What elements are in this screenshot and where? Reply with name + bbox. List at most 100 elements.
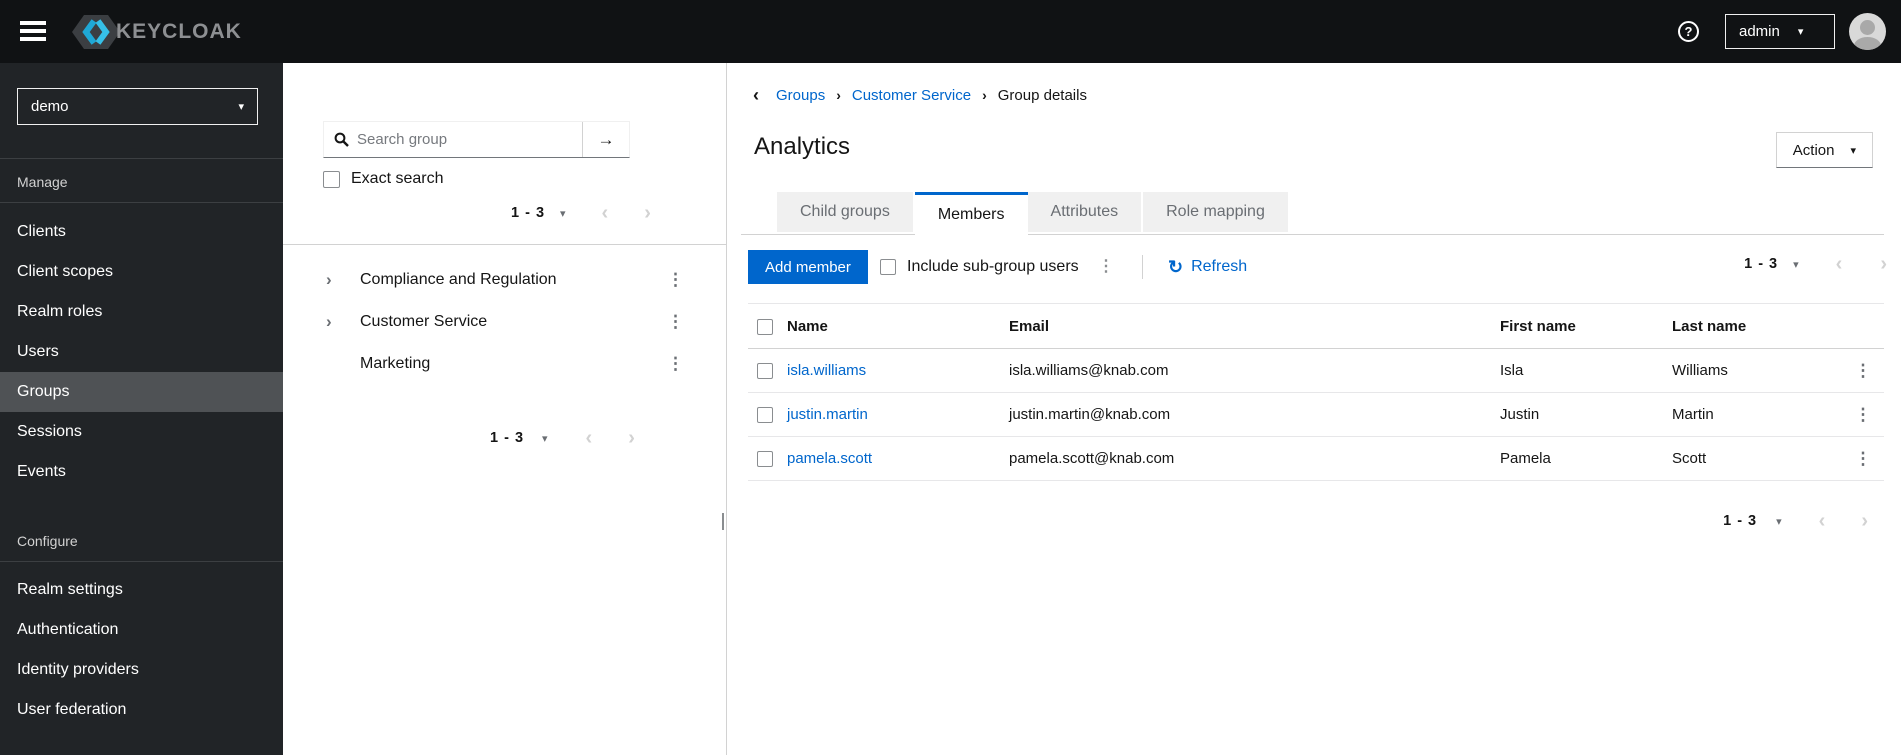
member-email: pamela.scott@knab.com	[1009, 436, 1500, 481]
tab-role-mapping[interactable]: Role mapping	[1143, 192, 1288, 232]
sidebar: demo ▾ Manage Clients Client scopes Real…	[0, 63, 283, 755]
caret-down-icon[interactable]: ▾	[560, 207, 566, 220]
row-checkbox[interactable]	[757, 451, 773, 468]
kebab-menu-icon[interactable]: ⋮	[667, 312, 684, 332]
group-name[interactable]: Customer Service	[360, 313, 487, 331]
back-icon[interactable]: ‹	[753, 86, 759, 104]
add-member-button[interactable]: Add member	[748, 250, 868, 284]
select-all-checkbox[interactable]	[757, 318, 773, 335]
caret-down-icon: ▾	[238, 101, 244, 113]
next-page-button[interactable]: ›	[1861, 511, 1868, 531]
next-page-button[interactable]: ›	[1880, 254, 1887, 274]
breadcrumb-separator-icon: ›	[982, 87, 987, 103]
page-title: Analytics	[754, 133, 851, 160]
groups-panel: → Exact search 1 - 3 ▾ ‹ › › Compliance …	[283, 63, 727, 755]
refresh-icon: ↻	[1168, 257, 1184, 277]
toolbar-divider	[1142, 255, 1143, 279]
sidebar-item-authentication[interactable]: Authentication	[0, 610, 283, 650]
hamburger-icon[interactable]	[20, 21, 46, 42]
sidebar-item-groups[interactable]: Groups	[0, 372, 283, 412]
member-name-link[interactable]: isla.williams	[787, 362, 866, 379]
next-page-button[interactable]: ›	[644, 203, 651, 223]
tab-members[interactable]: Members	[914, 192, 1028, 235]
sidebar-item-client-scopes[interactable]: Client scopes	[0, 252, 283, 292]
keycloak-logo-icon	[72, 15, 120, 49]
sidebar-manage-list: Clients Client scopes Realm roles Users …	[0, 212, 283, 492]
groups-pagination-bottom: 1 - 3 ▾ ‹ ›	[490, 428, 635, 448]
breadcrumb-groups[interactable]: Groups	[776, 87, 825, 104]
member-first-name: Justin	[1500, 392, 1672, 437]
breadcrumb-customer-service[interactable]: Customer Service	[852, 87, 971, 104]
member-last-name: Martin	[1672, 392, 1842, 437]
tab-child-groups[interactable]: Child groups	[777, 192, 915, 232]
topbar-right: ? admin ▾	[1678, 0, 1886, 63]
sidebar-item-events[interactable]: Events	[0, 452, 283, 492]
tab-attributes[interactable]: Attributes	[1027, 192, 1144, 232]
help-icon[interactable]: ?	[1678, 21, 1699, 42]
previous-page-button[interactable]: ‹	[1836, 254, 1843, 274]
row-checkbox[interactable]	[757, 407, 773, 424]
sidebar-item-sessions[interactable]: Sessions	[0, 412, 283, 452]
kebab-menu-icon[interactable]: ⋮	[1855, 449, 1872, 469]
user-menu-dropdown[interactable]: admin ▾	[1725, 14, 1835, 49]
kebab-menu-icon[interactable]: ⋮	[1098, 250, 1114, 284]
previous-page-button[interactable]: ‹	[602, 203, 609, 223]
group-name[interactable]: Marketing	[360, 355, 430, 373]
column-header-name: Name	[787, 303, 1009, 349]
caret-down-icon[interactable]: ▾	[1776, 515, 1782, 528]
avatar[interactable]	[1849, 13, 1886, 50]
action-dropdown-button[interactable]: Action ▾	[1775, 132, 1873, 168]
group-tree-item[interactable]: › Compliance and Regulation ⋮	[283, 259, 727, 301]
kebab-menu-icon[interactable]: ⋮	[1855, 405, 1872, 425]
expand-icon[interactable]: ›	[326, 270, 332, 290]
kebab-menu-icon[interactable]: ⋮	[667, 354, 684, 374]
caret-down-icon[interactable]: ▾	[542, 432, 548, 445]
exact-search-checkbox[interactable]	[323, 170, 340, 188]
previous-page-button[interactable]: ‹	[586, 428, 593, 448]
group-search-input[interactable]	[357, 131, 572, 148]
breadcrumb-separator-icon: ›	[836, 87, 841, 103]
table-header-row: Name Email First name Last name	[748, 303, 1884, 349]
search-icon	[334, 132, 349, 147]
kebab-menu-icon[interactable]: ⋮	[1855, 361, 1872, 381]
members-toolbar: Add member Include sub-group users ⋮ ↻ R…	[728, 250, 1901, 284]
column-header-last-name: Last name	[1672, 303, 1842, 349]
pagination-range: 1 - 3	[1723, 513, 1758, 529]
kebab-menu-icon[interactable]: ⋮	[667, 270, 684, 290]
sidebar-item-identity-providers[interactable]: Identity providers	[0, 650, 283, 690]
expand-icon[interactable]: ›	[326, 312, 332, 332]
refresh-button[interactable]: ↻ Refresh	[1168, 250, 1247, 284]
group-name[interactable]: Compliance and Regulation	[360, 271, 557, 289]
realm-selector[interactable]: demo ▾	[17, 88, 258, 125]
member-name-link[interactable]: pamela.scott	[787, 450, 872, 467]
include-subgroups-option[interactable]: Include sub-group users	[880, 250, 1079, 284]
user-menu-label: admin	[1739, 23, 1780, 40]
sidebar-configure-list: Realm settings Authentication Identity p…	[0, 570, 283, 730]
sidebar-divider	[0, 561, 283, 562]
member-name-link[interactable]: justin.martin	[787, 406, 868, 423]
search-submit-button[interactable]: →	[582, 122, 629, 157]
next-page-button[interactable]: ›	[628, 428, 635, 448]
member-first-name: Pamela	[1500, 436, 1672, 481]
include-subgroups-checkbox[interactable]	[880, 259, 896, 275]
brand-text: KEYCLOAK	[116, 20, 242, 43]
caret-down-icon[interactable]: ▾	[1793, 258, 1799, 271]
keycloak-logo: KEYCLOAK	[70, 12, 242, 52]
sidebar-item-clients[interactable]: Clients	[0, 212, 283, 252]
breadcrumb-current: Group details	[997, 87, 1087, 104]
group-tree: › Compliance and Regulation ⋮ › Customer…	[283, 259, 727, 385]
sidebar-item-realm-roles[interactable]: Realm roles	[0, 292, 283, 332]
member-first-name: Isla	[1500, 348, 1672, 393]
pagination-range: 1 - 3	[511, 205, 546, 221]
sidebar-divider	[0, 158, 283, 159]
sidebar-item-user-federation[interactable]: User federation	[0, 690, 283, 730]
group-tree-item[interactable]: Marketing ⋮	[283, 343, 727, 385]
sidebar-section-manage: Manage	[17, 174, 68, 190]
sidebar-item-users[interactable]: Users	[0, 332, 283, 372]
row-checkbox[interactable]	[757, 363, 773, 380]
column-header-first-name: First name	[1500, 303, 1672, 349]
sidebar-item-realm-settings[interactable]: Realm settings	[0, 570, 283, 610]
previous-page-button[interactable]: ‹	[1819, 511, 1826, 531]
exact-search-option[interactable]: Exact search	[323, 170, 443, 188]
group-tree-item[interactable]: › Customer Service ⋮	[283, 301, 727, 343]
